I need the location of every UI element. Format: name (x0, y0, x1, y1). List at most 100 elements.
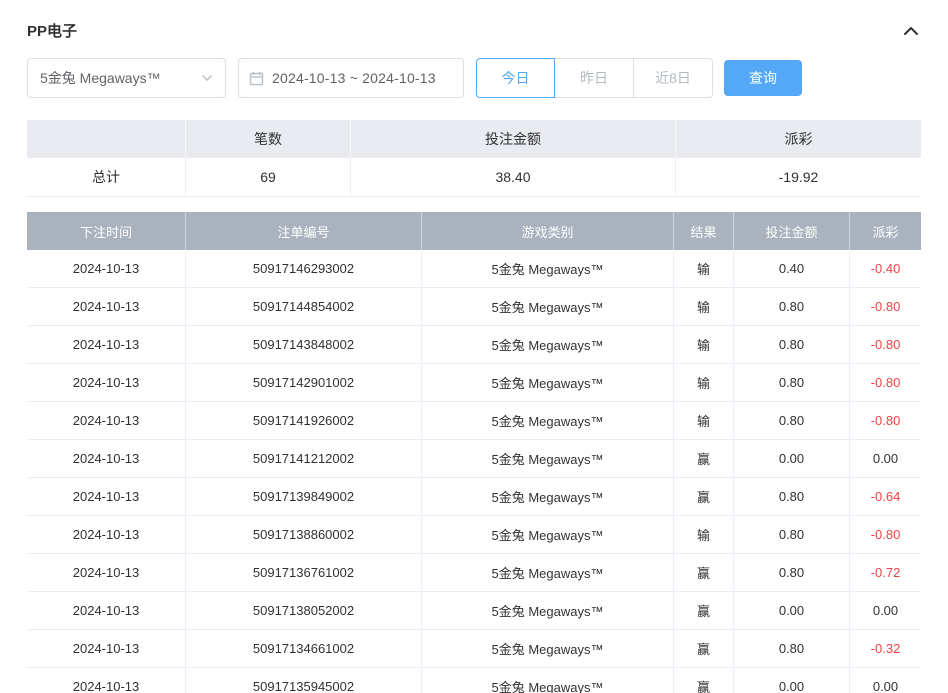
table-row: 2024-10-13 50917138052002 5金兔 Megaways™ … (27, 592, 921, 630)
cell-result: 输 (674, 250, 734, 287)
quick-range-group: 今日 昨日 近8日 (476, 58, 713, 98)
quick-button-last8days[interactable]: 近8日 (634, 58, 713, 98)
bet-table-body: 2024-10-13 50917146293002 5金兔 Megaways™ … (27, 250, 921, 693)
col-header-payout: 派彩 (850, 212, 921, 250)
cell-bet-id: 50917141212002 (186, 440, 422, 477)
cell-bet-amount: 0.80 (734, 554, 850, 591)
cell-bet-id: 50917139849002 (186, 478, 422, 515)
cell-game-type: 5金兔 Megaways™ (422, 592, 674, 629)
table-row: 2024-10-13 50917135945002 5金兔 Megaways™ … (27, 668, 921, 693)
summary-total-payout: -19.92 (676, 158, 921, 196)
query-button[interactable]: 查询 (724, 60, 802, 96)
panel-header: PP电子 (27, 0, 921, 43)
cell-payout: -0.32 (850, 630, 921, 667)
table-row: 2024-10-13 50917139849002 5金兔 Megaways™ … (27, 478, 921, 516)
cell-bet-time: 2024-10-13 (27, 440, 186, 477)
calendar-icon (249, 71, 264, 86)
chevron-up-icon (903, 26, 919, 36)
quick-button-yesterday[interactable]: 昨日 (555, 58, 634, 98)
cell-bet-time: 2024-10-13 (27, 364, 186, 401)
cell-game-type: 5金兔 Megaways™ (422, 288, 674, 325)
cell-bet-amount: 0.80 (734, 364, 850, 401)
cell-bet-id: 50917136761002 (186, 554, 422, 591)
table-row: 2024-10-13 50917136761002 5金兔 Megaways™ … (27, 554, 921, 592)
cell-payout: -0.80 (850, 288, 921, 325)
cell-result: 输 (674, 288, 734, 325)
cell-game-type: 5金兔 Megaways™ (422, 440, 674, 477)
cell-bet-time: 2024-10-13 (27, 326, 186, 363)
cell-bet-amount: 0.00 (734, 668, 850, 693)
cell-payout: -0.80 (850, 516, 921, 553)
summary-total-row: 总计 69 38.40 -19.92 (27, 158, 921, 196)
cell-bet-time: 2024-10-13 (27, 630, 186, 667)
panel-title: PP电子 (27, 20, 77, 41)
cell-bet-id: 50917138860002 (186, 516, 422, 553)
col-header-game-type: 游戏类别 (422, 212, 674, 250)
col-header-bet-id: 注单编号 (186, 212, 422, 250)
chevron-down-icon (201, 74, 213, 82)
cell-result: 输 (674, 326, 734, 363)
cell-bet-amount: 0.80 (734, 288, 850, 325)
pp-panel: PP电子 5金兔 Megaways™ (0, 0, 948, 693)
cell-game-type: 5金兔 Megaways™ (422, 402, 674, 439)
summary-total-count: 69 (186, 158, 351, 196)
col-header-result: 结果 (674, 212, 734, 250)
cell-result: 输 (674, 402, 734, 439)
cell-result: 赢 (674, 668, 734, 693)
summary-table: 笔数 投注金额 派彩 总计 69 38.40 -19.92 (27, 120, 921, 197)
table-row: 2024-10-13 50917143848002 5金兔 Megaways™ … (27, 326, 921, 364)
cell-result: 输 (674, 516, 734, 553)
cell-bet-amount: 0.40 (734, 250, 850, 287)
collapse-button[interactable] (901, 21, 921, 41)
cell-payout: -0.80 (850, 402, 921, 439)
cell-bet-time: 2024-10-13 (27, 668, 186, 693)
filter-bar: 5金兔 Megaways™ 2024-10-13 ~ 2024-10-13 今日 (27, 58, 921, 98)
table-row: 2024-10-13 50917138860002 5金兔 Megaways™ … (27, 516, 921, 554)
summary-total-label: 总计 (27, 158, 186, 196)
cell-bet-time: 2024-10-13 (27, 288, 186, 325)
cell-result: 输 (674, 364, 734, 401)
cell-result: 赢 (674, 554, 734, 591)
cell-bet-time: 2024-10-13 (27, 554, 186, 591)
summary-header-count: 笔数 (186, 120, 351, 158)
cell-result: 赢 (674, 440, 734, 477)
summary-header-bet-amount: 投注金额 (351, 120, 676, 158)
cell-bet-time: 2024-10-13 (27, 478, 186, 515)
cell-bet-id: 50917135945002 (186, 668, 422, 693)
cell-payout: -0.40 (850, 250, 921, 287)
cell-bet-id: 50917138052002 (186, 592, 422, 629)
cell-bet-id: 50917142901002 (186, 364, 422, 401)
cell-bet-id: 50917144854002 (186, 288, 422, 325)
cell-payout: 0.00 (850, 668, 921, 693)
cell-bet-time: 2024-10-13 (27, 592, 186, 629)
bet-table-header: 下注时间 注单编号 游戏类别 结果 投注金额 派彩 (27, 212, 921, 250)
cell-game-type: 5金兔 Megaways™ (422, 630, 674, 667)
cell-bet-amount: 0.00 (734, 592, 850, 629)
cell-bet-amount: 0.80 (734, 326, 850, 363)
table-row: 2024-10-13 50917142901002 5金兔 Megaways™ … (27, 364, 921, 402)
cell-game-type: 5金兔 Megaways™ (422, 516, 674, 553)
cell-bet-amount: 0.80 (734, 516, 850, 553)
cell-payout: 0.00 (850, 440, 921, 477)
game-select-value: 5金兔 Megaways™ (40, 68, 161, 88)
game-select[interactable]: 5金兔 Megaways™ (27, 58, 226, 98)
table-row: 2024-10-13 50917146293002 5金兔 Megaways™ … (27, 250, 921, 288)
table-row: 2024-10-13 50917134661002 5金兔 Megaways™ … (27, 630, 921, 668)
cell-payout: -0.80 (850, 364, 921, 401)
cell-game-type: 5金兔 Megaways™ (422, 554, 674, 591)
cell-game-type: 5金兔 Megaways™ (422, 326, 674, 363)
cell-bet-time: 2024-10-13 (27, 250, 186, 287)
summary-header-empty (27, 120, 186, 158)
summary-total-bet-amount: 38.40 (351, 158, 676, 196)
cell-payout: -0.72 (850, 554, 921, 591)
cell-bet-amount: 0.00 (734, 440, 850, 477)
col-header-bet-amount: 投注金额 (734, 212, 850, 250)
cell-bet-id: 50917143848002 (186, 326, 422, 363)
cell-result: 赢 (674, 478, 734, 515)
date-range-picker[interactable]: 2024-10-13 ~ 2024-10-13 (238, 58, 464, 98)
quick-button-today[interactable]: 今日 (476, 58, 555, 98)
cell-bet-amount: 0.80 (734, 630, 850, 667)
bet-table: 下注时间 注单编号 游戏类别 结果 投注金额 派彩 2024-10-13 509… (27, 212, 921, 693)
date-range-value: 2024-10-13 ~ 2024-10-13 (272, 70, 436, 86)
summary-header-payout: 派彩 (676, 120, 921, 158)
